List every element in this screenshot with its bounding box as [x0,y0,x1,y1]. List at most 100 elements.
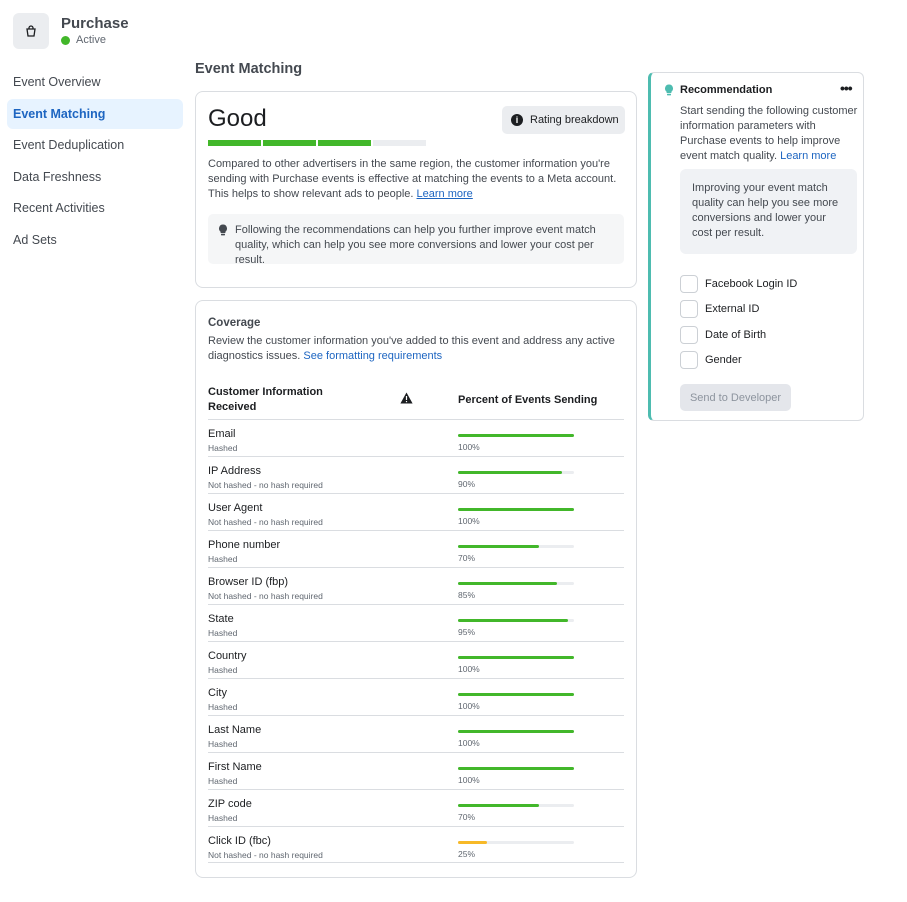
param-checkbox-gender[interactable]: Gender [680,348,797,374]
column-header-customer-info: Customer Information Received [208,386,323,413]
param-name: Last Name [208,724,262,736]
table-row: Phone number Hashed 70% [208,530,624,567]
table-row: City Hashed 100% [208,678,624,715]
param-hash-status: Hashed [208,776,238,786]
percent-bar-fill [458,434,574,437]
param-name: Country [208,650,247,662]
lightbulb-icon [665,84,673,96]
param-checkbox-date-of-birth[interactable]: Date of Birth [680,322,797,348]
param-hash-status: Hashed [208,443,238,453]
coverage-title: Coverage [208,317,261,329]
percent-bar-fill [458,841,487,844]
formatting-requirements-link[interactable]: See formatting requirements [303,350,442,362]
percent-bar-fill [458,471,563,474]
percent-label: 100% [458,701,480,711]
table-row: IP Address Not hashed - no hash required… [208,456,624,493]
percent-bar-fill [458,582,557,585]
param-name: State [208,613,234,625]
rating-description-text: Compared to other advertisers in the sam… [208,158,617,200]
sidebar-item-event-deduplication[interactable]: Event Deduplication [7,130,183,160]
percent-label: 100% [458,516,480,526]
percent-bar [458,434,574,437]
param-name: Email [208,428,236,440]
param-name: Phone number [208,539,281,551]
param-hash-status: Hashed [208,554,238,564]
param-name: IP Address [208,465,261,477]
recommendation-learn-more-link[interactable]: Learn more [780,150,836,162]
status-label: Active [76,34,106,46]
param-hash-status: Hashed [208,665,238,675]
table-row: Country Hashed 100% [208,641,624,678]
column-header-percent-sending: Percent of Events Sending [458,394,598,406]
param-name: Browser ID (fbp) [208,576,289,588]
sidebar-item-event-matching[interactable]: Event Matching [7,98,183,129]
param-name: First Name [208,761,262,773]
rating-description: Compared to other advertisers in the sam… [208,157,628,202]
checkbox[interactable] [680,300,698,319]
param-hash-status: Hashed [208,739,238,749]
param-hash-status: Not hashed - no hash required [208,480,323,490]
table-row: User Agent Not hashed - no hash required… [208,493,624,530]
recommendation-tip: Following the recommendations can help y… [208,214,624,266]
percent-bar-fill [458,545,540,548]
event-status: Active [61,34,106,46]
percent-label: 70% [458,812,476,822]
percent-bar [458,471,574,474]
match-quality-card: Good i Rating breakdown Compared to othe… [195,91,637,288]
param-hash-status: Not hashed - no hash required [208,850,323,860]
table-row: State Hashed 95% [208,604,624,641]
percent-label: 100% [458,738,480,748]
sidebar-item-event-overview[interactable]: Event Overview [7,67,183,97]
score-segment [318,140,371,146]
percent-bar-fill [458,693,574,696]
sidebar-item-recent-activities[interactable]: Recent Activities [7,193,183,223]
checkbox[interactable] [680,325,698,344]
sidebar-item-ad-sets[interactable]: Ad Sets [7,225,183,255]
param-name: City [208,687,227,699]
percent-label: 70% [458,553,476,563]
table-row: Click ID (fbc) Not hashed - no hash requ… [208,826,624,863]
percent-bar [458,656,574,659]
sidebar-item-data-freshness[interactable]: Data Freshness [7,162,183,192]
coverage-description: Review the customer information you've a… [208,334,628,364]
percent-label: 25% [458,849,476,859]
rating-label: Good [208,105,267,132]
param-hash-status: Not hashed - no hash required [208,591,323,601]
recommendation-description: Start sending the following customer inf… [680,104,862,164]
param-name: ZIP code [208,798,252,810]
rating-learn-more-link[interactable]: Learn more [417,188,473,200]
tip-text: Following the recommendations can help y… [235,224,596,266]
table-row: Last Name Hashed 100% [208,715,624,752]
percent-bar [458,582,574,585]
percent-label: 100% [458,775,480,785]
event-icon-tile [13,13,49,49]
percent-bar [458,767,574,770]
percent-label: 95% [458,627,476,637]
rating-breakdown-button[interactable]: i Rating breakdown [502,106,625,134]
param-checkbox-facebook-login-id[interactable]: Facebook Login ID [680,271,797,297]
percent-label: 100% [458,442,480,452]
checkbox[interactable] [680,274,698,293]
parameter-checklist: Facebook Login ID External ID Date of Bi… [680,271,797,373]
checkbox[interactable] [680,351,698,370]
percent-bar [458,508,574,511]
percent-bar-fill [458,767,574,770]
score-segment [208,140,261,146]
status-dot-icon [61,35,70,45]
warning-icon[interactable] [400,392,413,404]
send-to-developer-button[interactable]: Send to Developer [680,384,791,411]
percent-bar [458,841,574,844]
percent-bar [458,545,574,548]
info-icon: i [511,114,523,126]
shopping-bag-icon [26,25,36,37]
param-hash-status: Hashed [208,813,238,823]
percent-label: 90% [458,479,476,489]
more-options-icon[interactable]: ••• [840,80,853,96]
param-checkbox-external-id[interactable]: External ID [680,297,797,323]
recommendation-title: Recommendation [680,84,773,96]
sidebar-nav: Event Overview Event Matching Event Dedu… [7,67,183,257]
rating-breakdown-label: Rating breakdown [530,114,619,126]
coverage-card: Coverage Review the customer information… [195,300,637,878]
checkbox-label: External ID [705,303,760,316]
table-row: ZIP code Hashed 70% [208,789,624,826]
